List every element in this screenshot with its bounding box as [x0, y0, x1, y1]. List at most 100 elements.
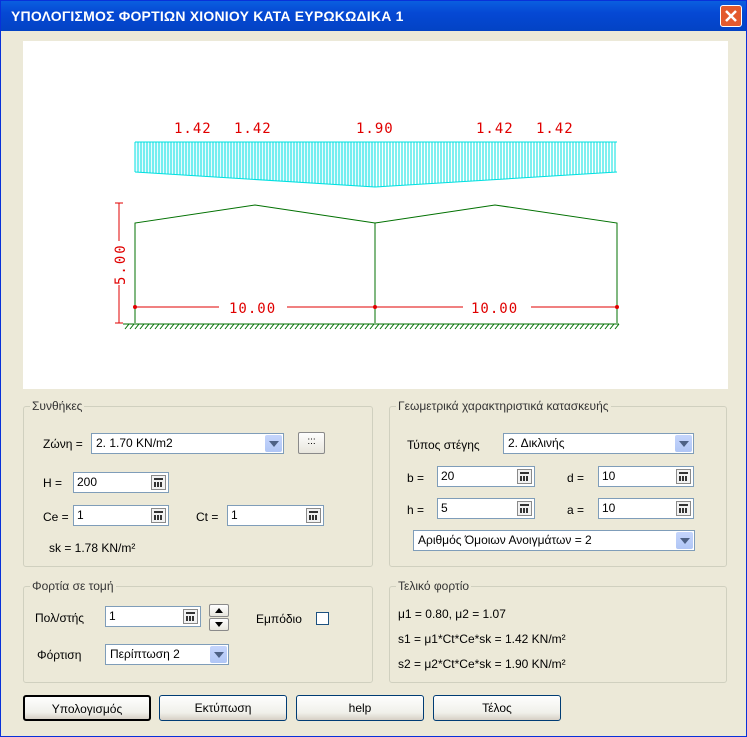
ground-hatch-line	[444, 323, 450, 330]
calculator-icon[interactable]	[151, 475, 166, 490]
ground-hatch-line	[614, 323, 620, 330]
load-value-3: 1.90	[356, 121, 394, 137]
chevron-down-icon	[210, 646, 227, 663]
s2-result: s2 = μ2*Ct*Ce*sk = 1.90 KN/m²	[398, 657, 566, 671]
arrow-up-icon	[215, 608, 223, 613]
load-value-4: 1.42	[476, 121, 514, 137]
ground-hatch-line	[294, 323, 300, 330]
section-loads-legend: Φορτία σε τομή	[32, 579, 114, 593]
a-input[interactable]: 10	[598, 498, 694, 519]
ground-hatch-line	[124, 323, 130, 330]
ground-hatch-line	[284, 323, 290, 330]
ground-hatch-line	[414, 323, 420, 330]
ground-hatch-line	[604, 323, 610, 330]
ground-hatch-line	[379, 323, 385, 330]
load-value-5: 1.42	[536, 121, 574, 137]
ground-hatch-line	[354, 323, 360, 330]
drawing-canvas: 1.42 1.42 1.90 1.42 1.42 5.00 10.00 10.0…	[23, 41, 728, 389]
calculator-icon[interactable]	[517, 501, 532, 516]
ground-hatch-line	[289, 323, 295, 330]
ground-hatch-line	[144, 323, 150, 330]
load-value-2: 1.42	[234, 121, 272, 137]
ground-hatch-line	[269, 323, 275, 330]
spin-down-button[interactable]	[209, 618, 229, 631]
spin-up-button[interactable]	[209, 604, 229, 617]
ground-hatch-line	[554, 323, 560, 330]
calculator-icon[interactable]	[306, 508, 321, 523]
d-input[interactable]: 10	[598, 466, 694, 487]
H-input[interactable]: 200	[73, 472, 169, 493]
Ct-value: 1	[231, 508, 238, 522]
ground-hatch-line	[164, 323, 170, 330]
b-value: 20	[441, 469, 455, 483]
ground-hatch-line	[419, 323, 425, 330]
h-input[interactable]: 5	[437, 498, 535, 519]
ground-hatch-line	[219, 323, 225, 330]
zone-select[interactable]: 2. 1.70 KN/m2	[91, 433, 284, 454]
load-value-1: 1.42	[174, 121, 212, 137]
calculator-icon[interactable]	[676, 469, 691, 484]
obstacle-checkbox[interactable]	[316, 612, 329, 625]
Ct-input[interactable]: 1	[227, 505, 324, 526]
ground-hatch-line	[259, 323, 265, 330]
snow-load-dialog: ΥΠΟΛΟΓΙΣΜΟΣ ΦΟΡΤΙΩΝ ΧΙΟΝΙΟΥ ΚΑΤΑ ΕΥΡΩΚΩΔ…	[0, 0, 747, 737]
multiroof-value: 1	[109, 609, 116, 623]
geometry-legend: Γεωμετρικά χαρακτηριστικά κατασκευής	[398, 399, 609, 413]
ground-hatch-line	[344, 323, 350, 330]
roof-type-label: Τύπος στέγης	[407, 438, 480, 452]
load-case-select[interactable]: Περίπτωση 2	[105, 644, 229, 665]
ground-hatch-line	[229, 323, 235, 330]
span-dimension-2: 10.00	[471, 301, 518, 317]
ground-hatch-line	[539, 323, 545, 330]
multiroof-label: Πολ/στής	[35, 611, 85, 625]
ground-hatch-line	[169, 323, 175, 330]
ground-hatch-line	[449, 323, 455, 330]
ground-hatch-line	[314, 323, 320, 330]
help-button[interactable]: help	[296, 695, 424, 721]
ground-hatch-line	[504, 323, 510, 330]
openings-select[interactable]: Αριθμός Όμοιων Ανοιγμάτων = 2	[413, 530, 695, 551]
close-button[interactable]	[720, 5, 742, 27]
ground-hatch-line	[279, 323, 285, 330]
ground-hatch-line	[609, 323, 615, 330]
ground-hatch-line	[494, 323, 500, 330]
ground-hatch-line	[479, 323, 485, 330]
ground-hatch-line	[174, 323, 180, 330]
ground-hatch-line	[264, 323, 270, 330]
multiroof-input[interactable]: 1	[105, 606, 201, 627]
ground-hatch-line	[149, 323, 155, 330]
ground-hatch-line	[509, 323, 515, 330]
b-input[interactable]: 20	[437, 466, 535, 487]
ground-hatch-line	[529, 323, 535, 330]
calculator-icon[interactable]	[151, 508, 166, 523]
ground-hatch-line	[474, 323, 480, 330]
roof-type-select[interactable]: 2. Δικλινής	[503, 433, 694, 454]
d-label: d =	[567, 471, 585, 485]
ground-hatch-line	[544, 323, 550, 330]
d-value: 10	[602, 469, 616, 483]
ground-hatch-line	[214, 323, 220, 330]
span-dimension-1: 10.00	[229, 301, 276, 317]
ground-hatch-line	[239, 323, 245, 330]
ground-hatch-line	[394, 323, 400, 330]
chevron-down-icon	[265, 435, 282, 452]
H-value: 200	[77, 475, 98, 489]
calculator-icon[interactable]	[676, 501, 691, 516]
ground-hatch-line	[564, 323, 570, 330]
ground-hatch-line	[404, 323, 410, 330]
print-button[interactable]: Εκτύπωση	[159, 695, 287, 721]
Ce-input[interactable]: 1	[73, 505, 169, 526]
ground-hatch-line	[184, 323, 190, 330]
conditions-legend: Συνθήκες	[32, 399, 83, 413]
sk-result: sk = 1.78 KN/m²	[49, 541, 136, 555]
zone-info-button[interactable]: :::	[298, 432, 325, 454]
zone-value: 2. 1.70 KN/m2	[96, 436, 173, 450]
calculate-button[interactable]: Υπολογισμός	[23, 695, 151, 721]
ground-hatch-line	[234, 323, 240, 330]
end-button[interactable]: Τέλος	[433, 695, 561, 721]
calculator-icon[interactable]	[517, 469, 532, 484]
calculator-icon[interactable]	[183, 609, 198, 624]
a-label: a =	[567, 503, 585, 517]
ground-hatch-line	[224, 323, 230, 330]
ground-hatch-line	[374, 323, 380, 330]
